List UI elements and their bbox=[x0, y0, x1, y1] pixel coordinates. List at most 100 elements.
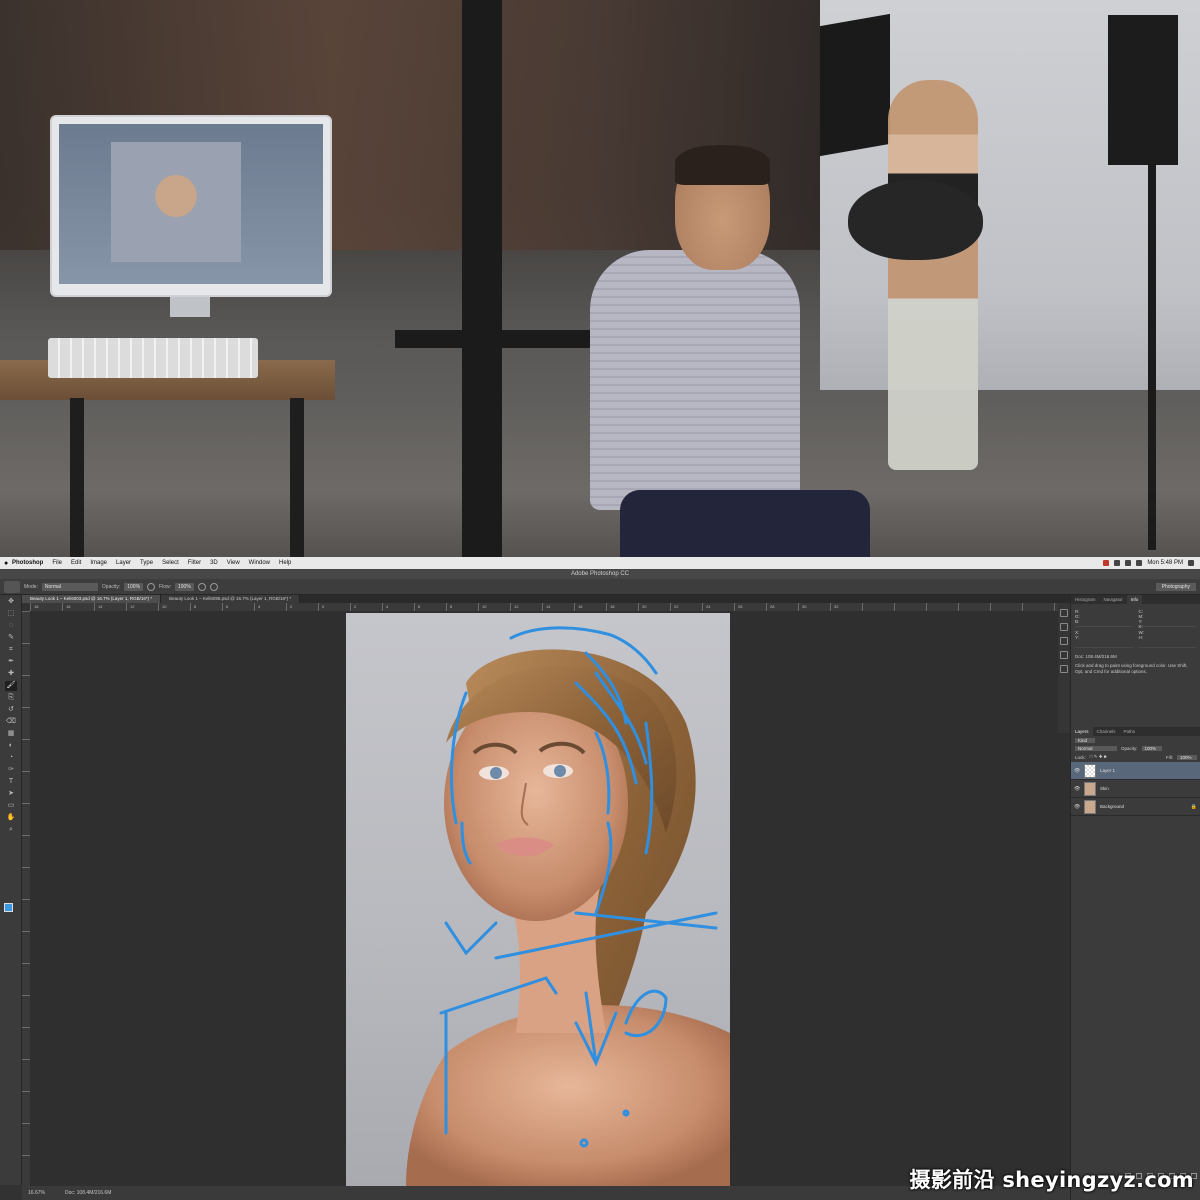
tab-paths[interactable]: Paths bbox=[1120, 727, 1140, 736]
properties-icon[interactable] bbox=[1060, 623, 1068, 631]
layer-row[interactable]: 👁 Skin bbox=[1071, 780, 1200, 798]
tab-info[interactable]: Info bbox=[1126, 595, 1143, 604]
tab-histogram[interactable]: Histogram bbox=[1071, 595, 1100, 604]
airbrush-icon[interactable] bbox=[197, 582, 206, 591]
menu-app[interactable]: Photoshop bbox=[12, 560, 43, 566]
menu-filter[interactable]: Filter bbox=[188, 560, 201, 566]
zoom-level[interactable]: 16.67% bbox=[28, 1190, 45, 1196]
pressure-opacity-icon[interactable] bbox=[147, 582, 156, 591]
eyedropper-tool-icon[interactable]: ✒ bbox=[5, 657, 17, 667]
layer-thumbnail bbox=[1084, 799, 1096, 814]
hand-tool-icon[interactable]: ✋ bbox=[5, 813, 17, 823]
eraser-tool-icon[interactable]: ⌫ bbox=[5, 717, 17, 727]
watermark: 摄影前沿 sheyingzyz.com bbox=[909, 1168, 1194, 1192]
document-info[interactable]: Doc: 108.4M/216.6M bbox=[65, 1190, 111, 1196]
mode-select[interactable]: Normal bbox=[41, 582, 98, 591]
history-icon[interactable] bbox=[1060, 609, 1068, 617]
layer-filter-row: Kind bbox=[1075, 738, 1197, 743]
ruler-vertical[interactable] bbox=[22, 611, 30, 1186]
brush-preset-picker[interactable] bbox=[4, 580, 20, 593]
menu-window[interactable]: Window bbox=[249, 560, 270, 566]
right-panels: Histogram Navigator Info R: G: B: C: M: … bbox=[1070, 595, 1200, 1200]
menu-type[interactable]: Type bbox=[140, 560, 153, 566]
status-wifi-icon[interactable] bbox=[1114, 560, 1121, 566]
lock-icons[interactable]: □ ✎ ✚ ■ bbox=[1090, 754, 1107, 760]
visibility-eye-icon[interactable]: 👁 bbox=[1074, 804, 1080, 810]
apple-icon[interactable]: ● bbox=[4, 560, 12, 567]
ruler-tick-label: 2 bbox=[290, 604, 293, 609]
document-image[interactable] bbox=[346, 613, 730, 1186]
layer-row[interactable]: 👁 Layer 1 bbox=[1071, 762, 1200, 780]
type-tool-icon[interactable]: T bbox=[5, 777, 17, 787]
menubar-clock[interactable]: Mon 5:48 PM bbox=[1147, 560, 1183, 566]
lock-label: Lock: bbox=[1075, 754, 1086, 760]
move-tool-icon[interactable]: ✥ bbox=[5, 597, 17, 607]
menubar-status: Mon 5:48 PM bbox=[1103, 560, 1200, 566]
ruler-horizontal[interactable]: 18 16 14 12 10 8 6 4 2 0 2 4 6 8 10 12 14 16 18 20 22 24 26 28 3… bbox=[30, 603, 1070, 611]
brushes-icon[interactable] bbox=[1060, 651, 1068, 659]
layer-row[interactable]: 👁 Background 🔒 bbox=[1071, 798, 1200, 816]
spotlight-search-icon[interactable] bbox=[1188, 560, 1194, 566]
menu-edit[interactable]: Edit bbox=[71, 560, 81, 566]
actions-icon[interactable] bbox=[1060, 665, 1068, 673]
menu-help[interactable]: Help bbox=[279, 560, 291, 566]
history-brush-tool-icon[interactable]: ↺ bbox=[5, 705, 17, 715]
clone-tool-icon[interactable]: ⎘ bbox=[5, 693, 17, 703]
pen-tool-icon[interactable]: ✑ bbox=[5, 765, 17, 775]
foreground-color-swatch[interactable] bbox=[4, 903, 13, 912]
layer-kind-filter[interactable]: Kind bbox=[1075, 738, 1095, 743]
lasso-tool-icon[interactable]: ◌ bbox=[5, 621, 17, 631]
fill-field[interactable]: 100% bbox=[1177, 754, 1197, 760]
menu-view[interactable]: View bbox=[227, 560, 240, 566]
menu-select[interactable]: Select bbox=[162, 560, 179, 566]
menu-image[interactable]: Image bbox=[90, 560, 107, 566]
quick-select-tool-icon[interactable]: ✎ bbox=[5, 633, 17, 643]
flow-field[interactable]: 100% bbox=[175, 582, 194, 591]
layer-opacity-field[interactable]: 100% bbox=[1141, 746, 1162, 751]
studio-photo bbox=[0, 0, 1200, 557]
zoom-tool-icon[interactable]: ⌕ bbox=[5, 825, 17, 835]
lock-icon[interactable]: 🔒 bbox=[1191, 804, 1197, 810]
info-cmyk: C: M: Y: K: bbox=[1138, 609, 1196, 629]
layer-opacity-label: Opacity: bbox=[1121, 746, 1138, 751]
status-battery-icon[interactable] bbox=[1136, 560, 1143, 566]
monitor-portrait bbox=[111, 142, 241, 262]
blend-mode-select[interactable]: Normal bbox=[1075, 746, 1117, 751]
adjustments-icon[interactable] bbox=[1060, 637, 1068, 645]
ruler-tick-label: 10 bbox=[482, 604, 487, 609]
menu-file[interactable]: File bbox=[52, 560, 62, 566]
pressure-size-icon[interactable] bbox=[209, 582, 218, 591]
status-record-icon[interactable] bbox=[1103, 560, 1110, 566]
gradient-tool-icon[interactable]: ▦ bbox=[5, 729, 17, 739]
layer-controls: Kind Normal Opacity: 100% Lock: □ ✎ ✚ ■ … bbox=[1071, 736, 1200, 762]
path-select-tool-icon[interactable]: ➤ bbox=[5, 789, 17, 799]
tab-navigator[interactable]: Navigator bbox=[1100, 595, 1127, 604]
ruler-tick-label: 14 bbox=[546, 604, 551, 609]
blur-tool-icon[interactable]: ◐ bbox=[5, 741, 17, 751]
visibility-eye-icon[interactable]: 👁 bbox=[1074, 768, 1080, 774]
fill-label: Fill: bbox=[1166, 754, 1173, 760]
marquee-tool-icon[interactable]: ⬚ bbox=[5, 609, 17, 619]
brush-tool-icon[interactable]: 🖌 bbox=[5, 681, 17, 691]
menu-3d[interactable]: 3D bbox=[210, 560, 218, 566]
opacity-label: Opacity: bbox=[101, 583, 121, 590]
visibility-eye-icon[interactable]: 👁 bbox=[1074, 786, 1080, 792]
opacity-field[interactable]: 100% bbox=[124, 582, 144, 591]
crop-tool-icon[interactable]: ⌗ bbox=[5, 645, 17, 655]
dodge-tool-icon[interactable]: ◔ bbox=[5, 753, 17, 763]
canvas-area[interactable] bbox=[30, 611, 1070, 1186]
tab-channels[interactable]: Channels bbox=[1093, 727, 1120, 736]
window-titlebar: Adobe Photoshop CC bbox=[0, 569, 1200, 579]
lock-fill-row: Lock: □ ✎ ✚ ■ Fill: 100% bbox=[1075, 754, 1197, 760]
ruler-tick-label: 10 bbox=[162, 604, 167, 609]
status-volume-icon[interactable] bbox=[1125, 560, 1132, 566]
menu-layer[interactable]: Layer bbox=[116, 560, 131, 566]
desk-leg-right bbox=[290, 398, 304, 557]
tab-layers[interactable]: Layers bbox=[1071, 727, 1093, 736]
shape-tool-icon[interactable]: ▭ bbox=[5, 801, 17, 811]
doc-tab-inactive[interactable]: Beauty Look 1 – Keli6095.psd @ 16.7% (La… bbox=[161, 595, 301, 603]
doc-tab-active[interactable]: Beauty Look 1 – Keli6003.psd @ 16.7% (La… bbox=[22, 595, 162, 603]
healing-tool-icon[interactable]: ✚ bbox=[5, 669, 17, 679]
ruler-tick-label: 4 bbox=[258, 604, 261, 609]
workspace-switcher[interactable]: Photography bbox=[1155, 582, 1196, 591]
